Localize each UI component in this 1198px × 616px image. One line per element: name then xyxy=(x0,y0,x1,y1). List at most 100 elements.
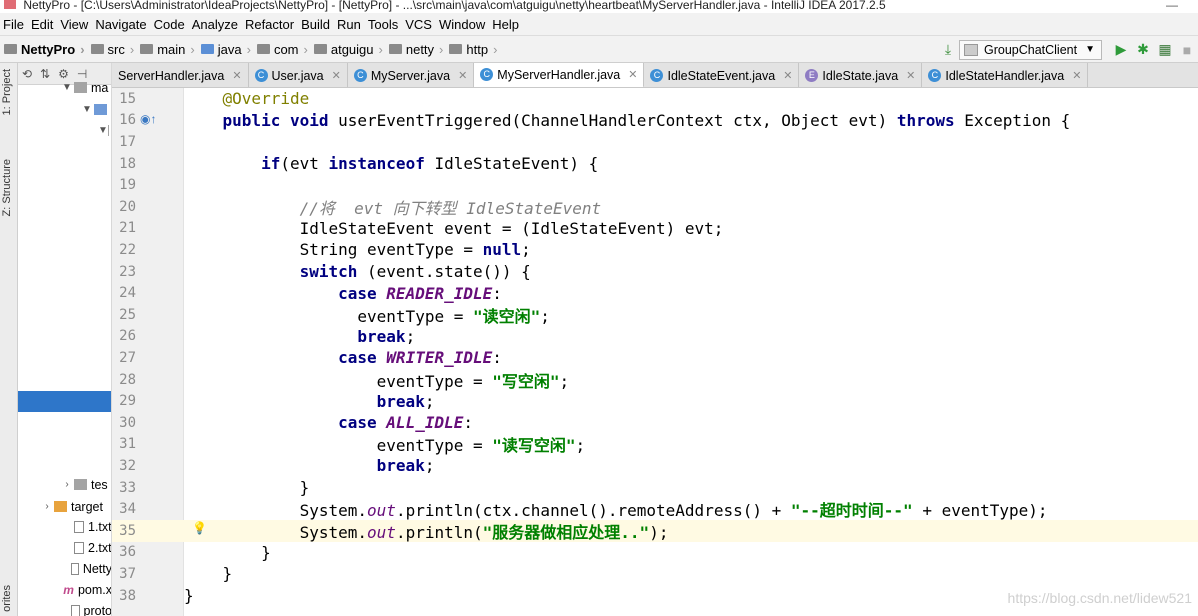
code-token: eventType = xyxy=(184,306,473,326)
code-token: } xyxy=(184,564,233,584)
menu-item-help[interactable]: Help xyxy=(491,17,525,32)
run-configuration-select[interactable]: GroupChatClient ▼ xyxy=(958,39,1102,60)
expand-arrow-icon[interactable]: › xyxy=(60,479,74,490)
project-tree-item[interactable]: Netty xyxy=(18,558,111,579)
breadcrumb-item-atguigu[interactable]: atguigu › xyxy=(313,42,383,57)
editor-tab[interactable]: C IdleStateHandler.java ✕ xyxy=(922,63,1089,87)
menu-item-build[interactable]: Build xyxy=(300,17,336,32)
menu-item-view[interactable]: View xyxy=(59,17,94,32)
code-line[interactable]: 21 IdleStateEvent event = (IdleStateEven… xyxy=(112,218,1198,240)
minimize-icon[interactable]: — xyxy=(1166,0,1178,11)
expand-arrow-icon[interactable]: › xyxy=(40,501,54,512)
folder-icon xyxy=(140,44,154,54)
breadcrumb: NettyPro › src › main › java › com › atguigu › netty… xyxy=(4,42,503,57)
code-line[interactable]: 22 String eventType = null; xyxy=(112,239,1198,261)
favorites-tool-tab[interactable]: orites xyxy=(1,585,13,612)
project-tree-item[interactable]: ▼ ma xyxy=(18,77,111,98)
code-line[interactable]: 25 eventType = "读空闲"; xyxy=(112,304,1198,326)
expand-arrow-icon[interactable]: ▼ xyxy=(98,125,108,136)
code-line[interactable]: 19 xyxy=(112,174,1198,196)
run-icon[interactable]: ▶ xyxy=(1110,39,1132,61)
menu-item-navigate[interactable]: Navigate xyxy=(94,17,152,32)
project-tree-item[interactable]: 2.txt xyxy=(18,537,111,558)
folder-icon xyxy=(74,479,87,490)
folder-icon xyxy=(313,44,327,54)
menu-item-analyze[interactable]: Analyze xyxy=(191,17,244,32)
code-line[interactable]: 27 case WRITER_IDLE: xyxy=(112,347,1198,369)
project-tree-item[interactable]: › tes xyxy=(18,474,111,495)
project-tree-item[interactable]: m pom.x xyxy=(18,579,111,600)
code-line[interactable]: 24 case READER_IDLE: xyxy=(112,282,1198,304)
project-tree-item[interactable]: › target xyxy=(18,496,111,517)
line-number: 34 xyxy=(119,501,136,518)
code-line[interactable]: 28 eventType = "写空闲"; xyxy=(112,369,1198,391)
breadcrumb-item-netty[interactable]: netty › xyxy=(388,42,443,57)
code-line[interactable]: 20 //将 evt 向下转型 IdleStateEvent xyxy=(112,196,1198,218)
code-line[interactable]: 33 } xyxy=(112,477,1198,499)
code-line[interactable]: 16 public void userEventTriggered(Channe… xyxy=(112,110,1198,132)
structure-tool-tab[interactable]: Z: Structure xyxy=(1,159,13,216)
chevron-right-icon: › xyxy=(246,41,251,57)
close-icon[interactable]: ✕ xyxy=(458,69,467,82)
project-tree-item[interactable]: 1.txt xyxy=(18,516,111,537)
window-title: NettyPro - [C:\Users\Administrator\IdeaP… xyxy=(23,0,886,12)
intention-bulb-icon[interactable]: 💡 xyxy=(192,521,207,535)
menu-item-code[interactable]: Code xyxy=(153,17,191,32)
code-line[interactable]: 29 break; xyxy=(112,390,1198,412)
editor-tab[interactable]: C IdleStateEvent.java ✕ xyxy=(644,63,800,87)
breadcrumb-item-java[interactable]: java › xyxy=(200,41,251,57)
editor-tab[interactable]: C User.java ✕ xyxy=(248,63,348,87)
code-line[interactable]: 15 @Override xyxy=(112,88,1198,110)
line-number: 19 xyxy=(119,177,136,194)
coverage-icon[interactable]: ▦ xyxy=(1154,39,1176,61)
breadcrumb-item-http[interactable]: http › xyxy=(449,42,497,57)
project-tree-item[interactable]: ▼ xyxy=(18,120,111,141)
menu-item-tools[interactable]: Tools xyxy=(367,17,404,32)
project-tool-tab[interactable]: 1: Project xyxy=(1,69,13,115)
menu-item-file[interactable]: File xyxy=(2,17,30,32)
close-icon[interactable]: ✕ xyxy=(232,69,241,82)
editor-tab[interactable]: E IdleState.java ✕ xyxy=(799,63,923,87)
project-tree-item[interactable]: proto xyxy=(18,600,111,616)
menu-item-refactor[interactable]: Refactor xyxy=(244,17,300,32)
code-line[interactable]: 32 break; xyxy=(112,455,1198,477)
code-editor[interactable]: 15 @Override 16 public void userEventTrig… xyxy=(112,88,1198,616)
menu-item-vcs[interactable]: VCS xyxy=(404,17,438,32)
code-token: public void xyxy=(184,110,339,130)
editor-tab[interactable]: C MyServerHandler.java ✕ xyxy=(474,63,645,87)
close-icon[interactable]: ✕ xyxy=(332,69,341,82)
stop-icon[interactable]: ■ xyxy=(1176,39,1198,61)
code-line[interactable]: 26 break; xyxy=(112,326,1198,348)
code-token: IdleStateEvent event = (IdleStateEvent) … xyxy=(184,218,724,238)
breadcrumb-item-main[interactable]: main › xyxy=(140,42,195,57)
close-icon[interactable]: ✕ xyxy=(1072,69,1081,82)
code-line[interactable]: 34 System.out.println(ctx.channel().remo… xyxy=(112,498,1198,520)
menu-item-run[interactable]: Run xyxy=(336,17,367,32)
breadcrumb-item-src[interactable]: src › xyxy=(90,42,134,57)
breadcrumb-item-com[interactable]: com › xyxy=(256,42,308,57)
code-line[interactable]: 30 case ALL_IDLE: xyxy=(112,412,1198,434)
code-line[interactable]: 36 } xyxy=(112,542,1198,564)
enum-icon: E xyxy=(805,69,819,82)
editor-tab[interactable]: ServerHandler.java ✕ xyxy=(112,63,249,87)
code-token: .println( xyxy=(395,522,483,542)
debug-icon[interactable]: ✱ xyxy=(1132,39,1154,61)
editor-tab[interactable]: C MyServer.java ✕ xyxy=(347,63,475,87)
override-marker-icon[interactable]: ◉↑ xyxy=(140,112,156,126)
expand-arrow-icon[interactable]: ▼ xyxy=(60,82,74,93)
code-line[interactable]: 18 if(evt instanceof IdleStateEvent) { xyxy=(112,153,1198,175)
build-icon[interactable]: ⤓ xyxy=(937,39,959,61)
close-icon[interactable]: ✕ xyxy=(628,68,637,81)
breadcrumb-item-nettypro[interactable]: NettyPro › xyxy=(4,42,85,57)
menu-item-window[interactable]: Window xyxy=(438,17,491,32)
code-line[interactable]: 35 System.out.println("服务器做相应处理.."); xyxy=(112,520,1198,542)
code-line[interactable]: 31 eventType = "读写空闲"; xyxy=(112,434,1198,455)
expand-arrow-icon[interactable]: ▼ xyxy=(80,104,94,115)
close-icon[interactable]: ✕ xyxy=(906,69,915,82)
project-tree-item[interactable]: ▼ xyxy=(18,99,111,120)
close-icon[interactable]: ✕ xyxy=(783,69,792,82)
menu-item-edit[interactable]: Edit xyxy=(30,17,59,32)
code-line[interactable]: 17 xyxy=(112,131,1198,153)
code-line[interactable]: 37 } xyxy=(112,563,1198,585)
code-line[interactable]: 23 switch (event.state()) { xyxy=(112,261,1198,283)
